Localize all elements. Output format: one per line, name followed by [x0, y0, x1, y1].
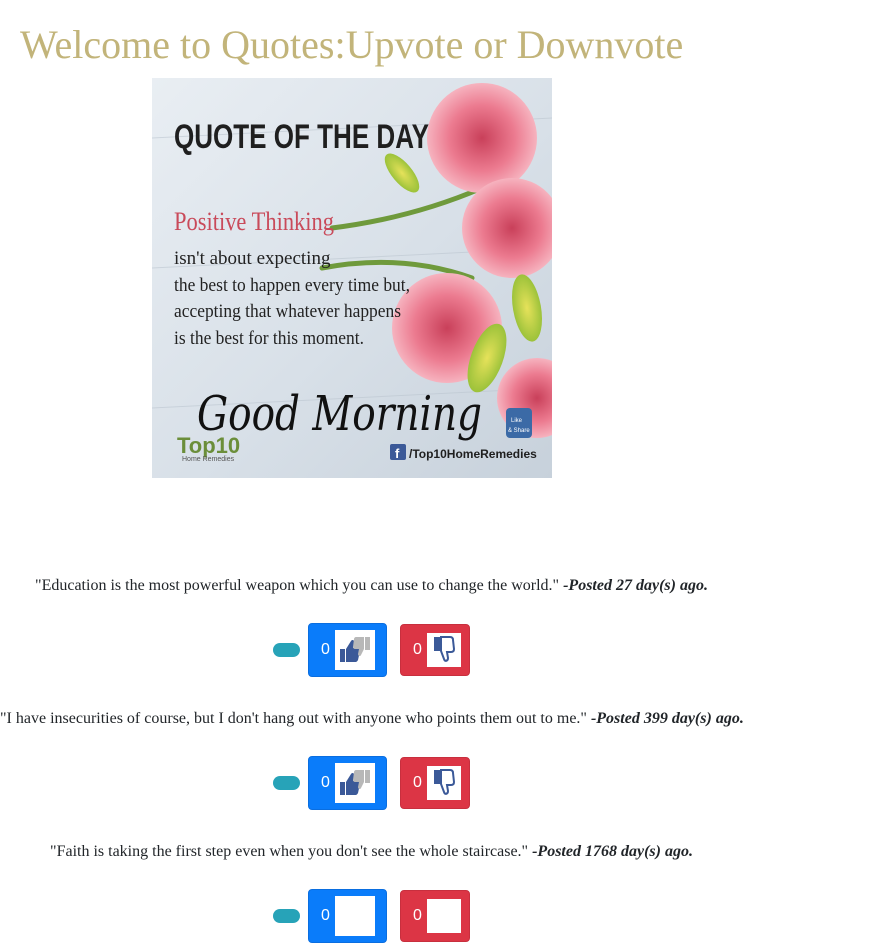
thumbs-down-icon	[427, 766, 461, 800]
thumbs-up-down-icon	[335, 763, 375, 803]
downvote-button[interactable]: 0	[400, 757, 470, 809]
downvote-count: 0	[413, 641, 422, 658]
svg-text:f: f	[395, 446, 400, 461]
downvote-button[interactable]: 0	[400, 890, 470, 942]
quote-item: "Faith is taking the first step even whe…	[0, 842, 743, 862]
downvote-count: 0	[413, 774, 422, 791]
thumbs-up-down-icon	[335, 630, 375, 670]
posted-age: -Posted 1768 day(s) ago.	[532, 843, 693, 860]
hero-line: accepting that whatever happens	[174, 301, 401, 322]
quote-item: "Education is the most powerful weapon w…	[0, 576, 743, 596]
hero-heading: QUOTE OF THE DAY	[174, 118, 429, 156]
like-share-badge-icon: Like & Share	[506, 408, 532, 438]
toggle-pill[interactable]	[273, 776, 300, 790]
page-title: Welcome to Quotes:Upvote or Downvote	[20, 22, 684, 67]
upvote-button[interactable]: 0	[308, 756, 387, 810]
brand-logo: Top10	[177, 433, 240, 458]
toggle-pill[interactable]	[273, 909, 300, 923]
upvote-count: 0	[321, 641, 330, 658]
upvote-button[interactable]: 0	[308, 889, 387, 943]
brand-tagline: Home Remedies	[182, 456, 235, 463]
quote-text: "Faith is taking the first step even whe…	[50, 843, 529, 860]
posted-age: -Posted 399 day(s) ago.	[590, 710, 744, 727]
upvote-button[interactable]: 0	[308, 623, 387, 677]
thumbs-down-icon	[427, 899, 461, 933]
quote-item: "I have insecurities of course, but I do…	[0, 709, 744, 729]
quote-text: "I have insecurities of course, but I do…	[0, 710, 587, 727]
quote-of-the-day-image: QUOTE OF THE DAY Positive Thinking isn't…	[152, 78, 552, 478]
hero-subheading: Positive Thinking	[174, 207, 334, 236]
downvote-count: 0	[413, 907, 422, 924]
rose-shape	[427, 83, 537, 193]
upvote-count: 0	[321, 907, 330, 924]
hero-line: the best to happen every time but,	[174, 275, 410, 296]
badge-top: Like	[511, 418, 523, 424]
downvote-button[interactable]: 0	[400, 624, 470, 676]
thumbs-up-down-icon	[335, 896, 375, 936]
quote-text: "Education is the most powerful weapon w…	[35, 577, 560, 594]
vote-controls: 0 0	[0, 756, 743, 810]
vote-controls: 0 0	[0, 889, 743, 943]
posted-age: -Posted 27 day(s) ago.	[563, 577, 708, 594]
social-handle: /Top10HomeRemedies	[409, 447, 537, 461]
upvote-count: 0	[321, 774, 330, 791]
hero-line: is the best for this moment.	[174, 328, 364, 349]
thumbs-down-icon	[427, 633, 461, 667]
badge-bottom: & Share	[508, 428, 530, 434]
vote-controls: 0 0	[0, 623, 743, 677]
toggle-pill[interactable]	[273, 643, 300, 657]
hero-line: isn't about expecting	[174, 248, 331, 269]
